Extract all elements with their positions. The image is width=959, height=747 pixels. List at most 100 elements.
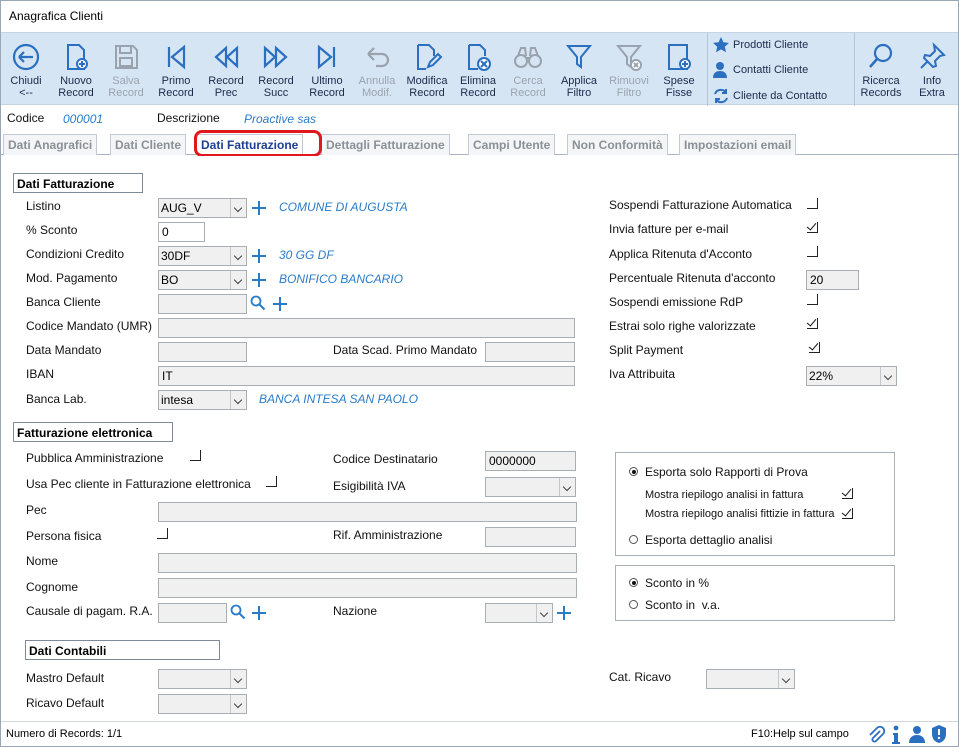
cond-credito-select[interactable]: 30DF <box>158 246 247 266</box>
nome-field[interactable] <box>158 553 577 573</box>
chevron-down-icon <box>230 391 246 409</box>
cliente-da-contatto-button[interactable]: Cliente da Contatto <box>712 86 827 106</box>
banca-cliente-field[interactable] <box>158 294 247 314</box>
modifica-record-button[interactable]: Modifica Record <box>402 41 452 103</box>
mostra-fittizie-checkbox[interactable] <box>842 508 853 519</box>
iva-label: Iva Attribuita <box>609 367 676 381</box>
sospendi-rdp-label: Sospendi emissione RdP <box>609 295 744 309</box>
nuovo-record-button[interactable]: Nuovo Record <box>51 41 101 103</box>
chevron-down-icon <box>230 247 246 265</box>
iban-field[interactable]: IT <box>158 366 575 386</box>
mod-pagamento-desc: BONIFICO BANCARIO <box>279 272 404 286</box>
add-listino-icon[interactable] <box>252 201 266 215</box>
solo-rapporti-radio[interactable] <box>629 467 638 476</box>
mostra-riepilogo-checkbox[interactable] <box>842 488 853 499</box>
prodotti-cliente-button[interactable]: Prodotti Cliente <box>712 35 808 55</box>
pec-field[interactable] <box>158 502 577 522</box>
pin-icon <box>920 42 946 69</box>
nazione-select[interactable] <box>485 603 553 623</box>
spese-fisse-button[interactable]: Spese Fisse <box>654 41 704 103</box>
salva-record-button[interactable]: Salva Record <box>101 41 151 103</box>
tab-non-conformita[interactable]: Non Conformità <box>567 134 668 155</box>
user-icon[interactable] <box>908 725 926 743</box>
esigibilita-select[interactable] <box>485 477 576 497</box>
back-circle-icon <box>12 43 40 71</box>
sospendi-rdp-checkbox[interactable] <box>807 294 818 305</box>
user-icon <box>713 62 727 78</box>
sospendi-auto-label: Sospendi Fatturazione Automatica <box>609 198 792 212</box>
record-prec-button[interactable]: Record Prec <box>201 41 251 103</box>
split-payment-checkbox[interactable] <box>809 342 820 353</box>
split-payment-label: Split Payment <box>609 343 684 357</box>
toolbar: Chiudi <-- Nuovo Record Salva Record Primo R… <box>1 32 958 106</box>
sconto-field[interactable]: 0 <box>158 222 205 242</box>
annulla-modif-button[interactable]: Annulla Modif. <box>352 41 402 103</box>
paperclip-icon[interactable] <box>867 726 885 744</box>
sconto-percent-radio[interactable] <box>629 578 638 587</box>
dettaglio-radio[interactable] <box>629 535 638 544</box>
ultimo-record-button[interactable]: Ultimo Record <box>302 41 352 103</box>
iva-select[interactable]: 22% <box>806 366 897 386</box>
add-nazione-icon[interactable] <box>557 606 571 620</box>
chiudi-button[interactable]: Chiudi <-- <box>1 41 51 103</box>
persona-checkbox[interactable] <box>157 528 168 539</box>
codice-dest-field[interactable]: 0000000 <box>485 451 576 471</box>
search-icon[interactable] <box>230 604 246 620</box>
tab-dettagli-fatturazione[interactable]: Dettagli Fatturazione <box>321 134 450 155</box>
perc-ritenuta-label: Percentuale Ritenuta d'acconto <box>609 271 776 285</box>
sospendi-auto-checkbox[interactable] <box>807 198 818 209</box>
cat-ricavo-select[interactable] <box>706 669 795 689</box>
tab-impostazioni-email[interactable]: Impostazioni email <box>679 134 797 155</box>
search-icon[interactable] <box>250 295 266 311</box>
rif-amm-field[interactable] <box>485 527 576 547</box>
ritenuta-checkbox[interactable] <box>807 246 818 257</box>
data-scad-field[interactable] <box>485 342 575 362</box>
mastro-select[interactable] <box>158 669 247 689</box>
info-extra-button[interactable]: Info Extra <box>907 41 957 103</box>
sconto-va-radio[interactable] <box>629 600 638 609</box>
invia-email-checkbox[interactable] <box>807 222 818 233</box>
perc-ritenuta-field[interactable]: 20 <box>806 270 859 290</box>
pa-checkbox[interactable] <box>190 450 201 461</box>
applica-filtro-button[interactable]: Applica Filtro <box>554 41 604 103</box>
help-hint: F10:Help sul campo <box>751 728 849 740</box>
causale-field[interactable] <box>158 603 227 623</box>
cerca-record-button[interactable]: Cerca Record <box>503 41 553 103</box>
elimina-record-button[interactable]: Elimina Record <box>453 41 503 103</box>
add-mod-pagamento-icon[interactable] <box>252 273 266 287</box>
refresh-icon <box>714 88 728 104</box>
tab-campi-utente[interactable]: Campi Utente <box>468 134 556 155</box>
add-banca-cliente-icon[interactable] <box>273 297 287 311</box>
usa-pec-checkbox[interactable] <box>266 476 277 487</box>
banca-lab-select[interactable]: intesa <box>158 390 247 410</box>
listino-label: Listino <box>26 199 61 213</box>
usa-pec-label: Usa Pec cliente in Fatturazione elettron… <box>26 477 251 491</box>
rimuovi-filtro-button[interactable]: Rimuovi Filtro <box>604 41 654 103</box>
ricavo-select[interactable] <box>158 694 247 714</box>
record-succ-button[interactable]: Record Succ <box>251 41 301 103</box>
contatti-cliente-button[interactable]: Contatti Cliente <box>712 60 808 80</box>
section-dati-fatturazione: Dati Fatturazione <box>13 173 143 193</box>
listino-select[interactable]: AUG_V <box>158 198 247 218</box>
ricerca-records-button[interactable]: Ricerca Records <box>856 41 906 103</box>
rif-amm-label: Rif. Amministrazione <box>333 528 443 542</box>
tab-dati-cliente[interactable]: Dati Cliente <box>110 134 187 155</box>
info-icon[interactable] <box>889 725 903 745</box>
star-icon <box>713 37 729 53</box>
codice-mandato-field[interactable] <box>158 318 575 338</box>
cognome-field[interactable] <box>158 578 577 598</box>
primo-record-button[interactable]: Primo Record <box>151 41 201 103</box>
mod-pagamento-select[interactable]: BO <box>158 270 247 290</box>
data-mandato-field[interactable] <box>158 342 247 362</box>
ricavo-label: Ricavo Default <box>26 696 105 710</box>
add-causale-icon[interactable] <box>252 606 266 620</box>
add-cond-credito-icon[interactable] <box>252 249 266 263</box>
tab-dati-anagrafici[interactable]: Dati Anagrafici <box>3 134 98 155</box>
chevron-down-icon <box>559 478 575 496</box>
search-icon <box>869 43 893 68</box>
shield-icon[interactable] <box>930 724 948 744</box>
banca-lab-label: Banca Lab. <box>26 392 87 406</box>
sconto-label: % Sconto <box>26 223 78 237</box>
listino-desc: COMUNE DI AUGUSTA <box>279 200 408 214</box>
estrai-righe-checkbox[interactable] <box>807 318 818 329</box>
